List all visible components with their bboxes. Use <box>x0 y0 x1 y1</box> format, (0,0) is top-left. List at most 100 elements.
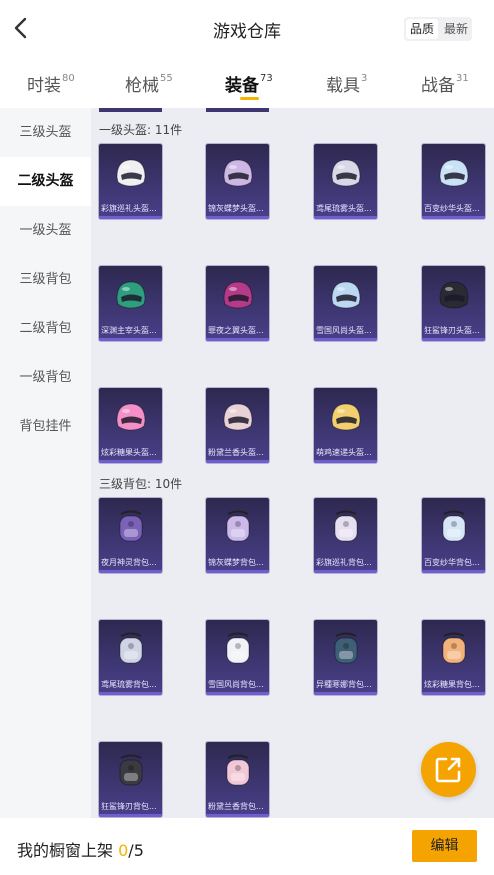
category-tabs: 时装80 枪械55 装备73 载具3 战备31 <box>0 58 494 108</box>
item-name: 锦灰蝶梦头盔... <box>208 204 264 213</box>
backpack-icon <box>326 507 366 547</box>
rarity-strip <box>314 216 377 219</box>
tab-label: 枪械 <box>125 76 159 96</box>
edit-button[interactable]: 编辑 <box>412 830 477 862</box>
rarity-strip <box>99 460 162 463</box>
rarity-strip <box>99 814 162 817</box>
backpack-icon <box>111 629 151 669</box>
section-label: 一级头盔: 11件 <box>99 123 183 137</box>
item-name: 百变纱华头盔... <box>424 204 480 213</box>
backpack-icon <box>111 507 151 547</box>
tab-label: 装备 <box>225 76 259 96</box>
sidebar: 三级头盔 二级头盔 一级头盔 三级背包 二级背包 一级背包 背包挂件 <box>0 108 91 818</box>
item-name: 粉黛兰香背包... <box>208 802 264 811</box>
sort-latest[interactable]: 最新 <box>440 17 472 41</box>
helmet-icon <box>326 275 366 315</box>
sidebar-item-backpack-charm[interactable]: 背包挂件 <box>0 402 91 451</box>
sidebar-item-level1-backpack[interactable]: 一级背包 <box>0 353 91 402</box>
item-card[interactable]: 狂鲨锋刃头盔... <box>422 266 485 341</box>
helmet-icon <box>434 153 474 193</box>
card-partial <box>99 108 162 112</box>
item-card[interactable]: 雪国风尚头盔... <box>314 266 377 341</box>
item-name: 雪国风尚背包... <box>208 680 264 689</box>
showcase-count: 0 <box>118 841 129 860</box>
tab-count: 55 <box>160 73 173 84</box>
rarity-strip <box>99 692 162 695</box>
rarity-strip <box>422 692 485 695</box>
footer-bar: 我的橱窗上架 0/5 编辑 <box>0 818 494 875</box>
item-name: 雪国风尚头盔... <box>316 326 372 335</box>
tab-guns[interactable]: 枪械55 <box>125 71 173 96</box>
item-card[interactable]: 彩旗巡礼头盔... <box>99 144 162 219</box>
item-name: 萌鸡速递头盔... <box>316 448 372 457</box>
tab-count: 31 <box>456 73 469 84</box>
rarity-strip <box>206 570 269 573</box>
showcase-status: 我的橱窗上架 0/5 <box>17 837 144 861</box>
item-name: 罪夜之翼头盔... <box>208 326 264 335</box>
rarity-strip <box>422 338 485 341</box>
backpack-icon <box>111 751 151 791</box>
backpack-icon <box>326 629 366 669</box>
item-card[interactable]: 百变纱华背包... <box>422 498 485 573</box>
item-name: 狂鲨锋刃头盔... <box>424 326 480 335</box>
item-card[interactable]: 狂鲨锋刃背包... <box>99 742 162 817</box>
share-button[interactable] <box>421 742 476 797</box>
tab-count: 80 <box>62 73 75 84</box>
item-name: 鸢尾琉雾头盔... <box>316 204 372 213</box>
sidebar-item-level3-helmet[interactable]: 三级头盔 <box>0 108 91 157</box>
sidebar-item-level2-helmet[interactable]: 二级头盔 <box>0 157 91 206</box>
backpack-icon <box>434 507 474 547</box>
item-card[interactable]: 彩旗巡礼背包... <box>314 498 377 573</box>
backpack-icon <box>218 751 258 791</box>
item-card[interactable]: 异種寒娜背包... <box>314 620 377 695</box>
backpack-icon <box>218 629 258 669</box>
tab-label: 战备 <box>421 76 455 96</box>
rarity-strip <box>99 216 162 219</box>
section-label: 三级背包: 10件 <box>99 477 183 491</box>
item-name: 粉黛兰香头盔... <box>208 448 264 457</box>
item-card[interactable]: 百变纱华头盔... <box>422 144 485 219</box>
sidebar-item-level3-backpack[interactable]: 三级背包 <box>0 255 91 304</box>
tab-vehicles[interactable]: 载具3 <box>326 71 367 96</box>
rarity-strip <box>422 570 485 573</box>
item-name: 彩旗巡礼头盔... <box>101 204 157 213</box>
tab-label: 时装 <box>27 76 61 96</box>
item-card[interactable]: 粉黛兰香头盔... <box>206 388 269 463</box>
tab-supplies[interactable]: 战备31 <box>421 71 469 96</box>
backpack-icon <box>218 507 258 547</box>
item-card[interactable]: 雪国风尚背包... <box>206 620 269 695</box>
item-card[interactable]: 夜月神灵背包... <box>99 498 162 573</box>
item-card[interactable]: 炫彩糖果背包... <box>422 620 485 695</box>
sidebar-item-level1-helmet[interactable]: 一级头盔 <box>0 206 91 255</box>
item-name: 狂鲨锋刃背包... <box>101 802 157 811</box>
sidebar-item-level2-backpack[interactable]: 二级背包 <box>0 304 91 353</box>
item-card[interactable]: 炫彩糖果头盔... <box>99 388 162 463</box>
item-name: 异種寒娜背包... <box>316 680 372 689</box>
backpack-icon <box>434 629 474 669</box>
item-name: 彩旗巡礼背包... <box>316 558 372 567</box>
item-card[interactable]: 锦灰蝶梦背包... <box>206 498 269 573</box>
item-name: 深渊主宰头盔... <box>101 326 157 335</box>
tab-count: 73 <box>260 73 273 84</box>
item-card[interactable]: 鸢尾琉雾头盔... <box>314 144 377 219</box>
item-card[interactable]: 粉黛兰香背包... <box>206 742 269 817</box>
sort-quality[interactable]: 品质 <box>406 19 439 39</box>
item-name: 炫彩糖果头盔... <box>101 448 157 457</box>
helmet-icon <box>218 275 258 315</box>
item-card[interactable]: 鸢尾琉雾背包... <box>99 620 162 695</box>
header: 游戏仓库 品质 最新 <box>0 0 494 58</box>
rarity-strip <box>314 460 377 463</box>
item-card[interactable]: 罪夜之翼头盔... <box>206 266 269 341</box>
tab-fashion[interactable]: 时装80 <box>27 71 75 96</box>
helmet-icon <box>326 153 366 193</box>
rarity-strip <box>206 216 269 219</box>
item-card[interactable]: 萌鸡速递头盔... <box>314 388 377 463</box>
helmet-icon <box>111 275 151 315</box>
item-name: 夜月神灵背包... <box>101 558 157 567</box>
tab-equipment[interactable]: 装备73 <box>225 71 273 96</box>
item-name: 鸢尾琉雾背包... <box>101 680 157 689</box>
rarity-strip <box>206 814 269 817</box>
item-card[interactable]: 深渊主宰头盔... <box>99 266 162 341</box>
item-card[interactable]: 锦灰蝶梦头盔... <box>206 144 269 219</box>
rarity-strip <box>314 692 377 695</box>
